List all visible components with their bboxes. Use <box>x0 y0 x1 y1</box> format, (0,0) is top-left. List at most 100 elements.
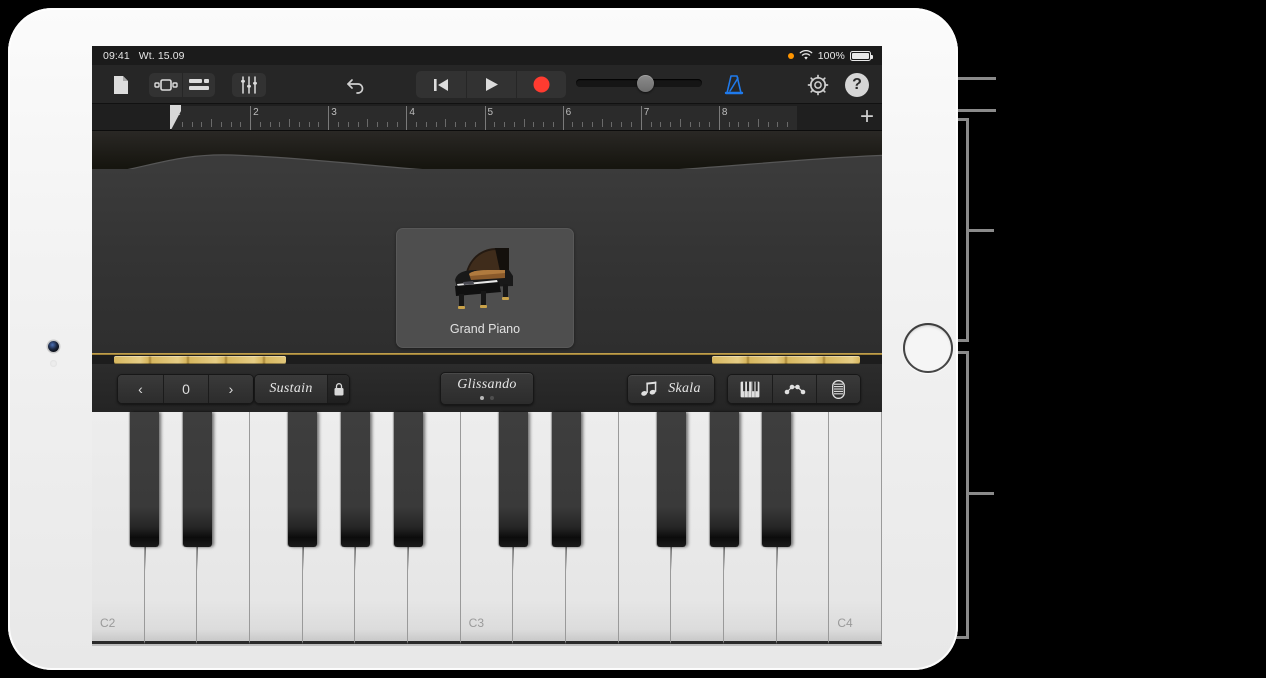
scale-button[interactable]: Skala <box>627 374 715 404</box>
glissando-button[interactable]: Glissando <box>440 372 534 405</box>
timeline-ruler[interactable]: 12345678 + <box>92 104 882 131</box>
instrument-patch-card[interactable]: Grand Piano <box>396 228 574 348</box>
ruler-bar-number: 7 <box>643 107 650 118</box>
ruler-beat-tick <box>523 119 525 127</box>
page-dot-2[interactable] <box>490 396 494 400</box>
black-key[interactable] <box>551 412 581 571</box>
instrument-browser-button[interactable] <box>149 73 182 97</box>
callout-line-toolbar <box>952 77 996 80</box>
black-key[interactable] <box>182 412 212 571</box>
callout-bracket-keyboard-vertical <box>966 351 969 639</box>
callout-line-ruler <box>952 109 996 112</box>
status-bar: 09:41 Wt. 15.09 100% <box>92 46 882 65</box>
ruler-bars-strip[interactable]: 12345678 <box>172 106 797 130</box>
ruler-beat-tick <box>767 122 769 127</box>
ruler-beat-tick <box>464 122 466 127</box>
instrument-display-area: Grand Piano <box>92 131 882 355</box>
settings-button[interactable] <box>806 73 830 97</box>
ruler-beat-tick <box>367 119 369 127</box>
callout-bracket-keyboard-leader <box>966 492 994 495</box>
undo-icon <box>347 79 364 94</box>
keyboard-size-button[interactable] <box>728 375 772 403</box>
add-section-button[interactable]: + <box>857 105 877 129</box>
main-toolbar: ? <box>92 65 882 104</box>
metronome-button[interactable] <box>722 73 746 97</box>
black-key[interactable] <box>340 412 370 571</box>
callout-bracket-instrument-leader <box>966 229 994 232</box>
piano-keyboard[interactable]: C2 C3 C4 <box>92 412 882 646</box>
instrument-name-label: Grand Piano <box>449 322 521 336</box>
battery-percent-label: 100% <box>817 49 845 62</box>
ruler-beat-tick <box>425 122 427 127</box>
status-time: 09:41 <box>103 49 130 62</box>
ruler-bar-number: 2 <box>253 107 259 118</box>
black-key[interactable] <box>393 412 423 571</box>
ruler-beat-tick <box>318 122 320 127</box>
sustain-button[interactable]: Sustain <box>255 375 327 403</box>
ruler-beat-tick <box>220 122 222 127</box>
black-key[interactable] <box>288 412 318 571</box>
octave-up-button[interactable]: › <box>208 375 253 403</box>
home-button[interactable] <box>903 323 953 373</box>
ruler-beat-tick <box>240 122 242 127</box>
ruler-beat-tick <box>670 122 672 127</box>
black-key[interactable] <box>656 412 686 571</box>
ipad-screen: 09:41 Wt. 15.09 100% ? 2 3 4 5 6 7 8 + G… <box>92 46 882 646</box>
octave-down-button[interactable]: ‹ <box>118 375 163 403</box>
gold-strip-left <box>114 356 286 364</box>
glissando-label: Glissando <box>457 377 517 392</box>
black-key[interactable] <box>498 412 528 571</box>
black-key[interactable] <box>709 412 739 571</box>
ruler-beat-tick <box>689 122 691 127</box>
fx-mixer-button[interactable] <box>232 73 266 97</box>
tracks-view-button[interactable] <box>182 73 215 97</box>
play-button[interactable] <box>466 71 516 98</box>
ruler-beat-tick <box>259 122 261 127</box>
ruler-beat-tick <box>611 122 613 127</box>
ruler-bar-number: 5 <box>487 107 494 118</box>
ruler-beat-tick <box>269 122 271 127</box>
ruler-beat-tick <box>777 122 779 127</box>
volume-slider-knob[interactable] <box>637 75 654 92</box>
ruler-beat-tick <box>699 122 701 127</box>
ruler-beat-tick <box>513 122 515 127</box>
grand-piano-icon <box>439 242 531 317</box>
glissando-page-dots[interactable] <box>480 396 494 400</box>
ruler-beat-tick <box>748 122 750 127</box>
velocity-button[interactable] <box>816 375 860 403</box>
rewind-button[interactable] <box>416 71 466 98</box>
document-icon <box>114 76 128 94</box>
octave-value-label: 0 <box>163 375 208 403</box>
black-key[interactable] <box>130 412 160 571</box>
ruler-beat-tick <box>455 122 457 127</box>
battery-icon <box>850 50 873 61</box>
octave-stepper: ‹ 0 › <box>117 374 254 404</box>
ruler-beat-tick <box>787 122 789 127</box>
undo-button[interactable] <box>344 72 370 98</box>
record-button[interactable] <box>516 71 566 98</box>
ruler-bar-number: 8 <box>721 107 728 118</box>
ruler-beat-tick <box>230 122 232 127</box>
playhead[interactable] <box>170 105 182 130</box>
master-volume-slider[interactable] <box>576 75 702 92</box>
black-key[interactable] <box>762 412 792 571</box>
gold-strip-right <box>712 356 860 364</box>
my-songs-button[interactable] <box>108 73 134 97</box>
ruler-beat-tick <box>211 119 213 127</box>
sustain-lock-button[interactable] <box>327 375 349 403</box>
instrument-browser-icon <box>153 79 178 91</box>
status-date: Wt. 15.09 <box>138 49 185 62</box>
octave-label: C3 <box>468 616 484 630</box>
ruler-beat-tick <box>572 122 574 127</box>
ruler-beat-tick <box>201 122 203 127</box>
arpeggiator-button[interactable] <box>772 375 816 403</box>
help-button[interactable]: ? <box>845 73 869 97</box>
chord-dots-icon <box>784 384 805 395</box>
sustain-label: Sustain <box>269 381 313 396</box>
white-key[interactable]: C4 <box>829 412 882 644</box>
ruler-beat-tick <box>709 122 711 127</box>
play-icon <box>485 78 498 91</box>
page-dot-1[interactable] <box>480 396 484 400</box>
ruler-bar-number: 6 <box>565 107 572 118</box>
tracks-view-icon <box>189 79 209 90</box>
